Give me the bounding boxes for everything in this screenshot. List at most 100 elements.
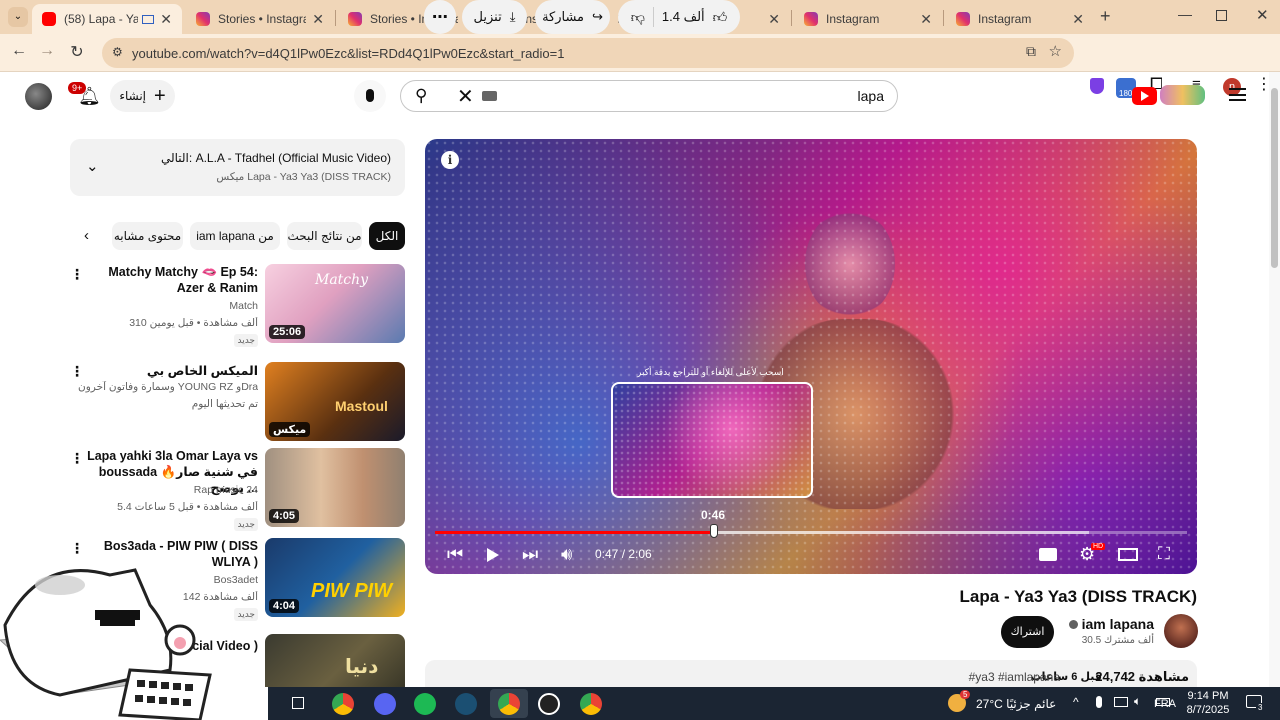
hamburger-menu-icon[interactable] [1229, 88, 1246, 101]
video-thumbnail[interactable]: Matchy 25:06 [265, 264, 405, 343]
channel-name[interactable]: iam lapana [1068, 616, 1154, 632]
share-button[interactable]: مشاركة ↪ [535, 0, 610, 34]
close-window-button[interactable]: ✕ [1256, 6, 1269, 24]
volume-icon[interactable]: 🔈︎ [1134, 694, 1141, 709]
spotify-icon[interactable] [414, 693, 436, 715]
clear-search-icon[interactable]: ✕ [457, 84, 474, 109]
chrome-profile-icon[interactable] [580, 693, 602, 715]
hashtags[interactable]: #ya3 #iamlapana [969, 670, 1060, 684]
channel-avatar[interactable] [1164, 614, 1198, 648]
tab-youtube[interactable]: (58) Lapa - Ya3 Ya ✕ [32, 4, 182, 34]
obs-icon[interactable] [538, 693, 560, 715]
share-label: مشاركة [542, 9, 585, 24]
chevron-down-icon[interactable]: ⌄ [86, 157, 99, 175]
keyboard-icon[interactable] [482, 91, 497, 101]
like-count[interactable]: 1.4 ألف [662, 9, 705, 25]
tab-search-button[interactable]: ⌄ [8, 7, 28, 27]
clock-time: 9:14 PM [1187, 690, 1229, 702]
clock[interactable]: 9:14 PM 8/7/2025 [1183, 689, 1233, 717]
info-icon[interactable]: i [441, 151, 459, 169]
video-channel: وسمارة وفاتون آخرون YOUNG RZ وDraganov [78, 381, 258, 393]
more-actions-button[interactable]: ⋯ [424, 0, 456, 34]
volume-button[interactable]: 🔊︎ [561, 544, 572, 565]
tab-instagram-5[interactable]: Instagram ✕ [794, 4, 942, 34]
shield-extension-icon[interactable] [1090, 78, 1104, 94]
bookmark-star-icon[interactable]: ☆ [1049, 42, 1062, 60]
close-icon[interactable]: ✕ [1072, 11, 1084, 28]
close-icon[interactable]: ✕ [768, 11, 780, 28]
voice-search-button[interactable] [354, 80, 386, 112]
chip-from-channel[interactable]: iam lapana من [190, 222, 280, 250]
create-button[interactable]: إنشاء + [110, 80, 175, 112]
chrome-icon[interactable] [332, 693, 354, 715]
list-item[interactable]: ⋮ Mastoul ميكس الميكس الخاص بي وسمارة وف… [70, 357, 405, 441]
chip-related[interactable]: محتوى مشابه [112, 222, 183, 250]
address-bar[interactable]: ⚙ youtube.com/watch?v=d4Q1lPw0Ezc&list=R… [102, 38, 1074, 68]
forward-button[interactable]: → [36, 42, 58, 60]
install-app-icon[interactable]: ⧉ [1026, 43, 1036, 60]
tray-chevron-icon[interactable]: ^ [1073, 695, 1079, 709]
channel-name-text: iam lapana [1081, 616, 1154, 632]
minimize-button[interactable]: — [1178, 6, 1192, 22]
share-icon: ↪ [592, 9, 603, 24]
download-button[interactable]: تنزيل ⤓ [462, 0, 527, 34]
video-thumbnail[interactable]: Mastoul ميكس [265, 362, 405, 441]
chrome-active-icon[interactable] [490, 689, 528, 718]
close-icon[interactable]: ✕ [920, 11, 932, 28]
cat-sticker-overlay [0, 568, 212, 720]
steam-icon[interactable] [455, 693, 477, 715]
description-box[interactable]: 24,742 مشاهدة قبل 6 ساعات #ya3 #iamlapan… [425, 660, 1197, 687]
theater-mode-button[interactable] [1118, 548, 1138, 561]
chips-scroll-left[interactable]: ‹ [84, 227, 89, 244]
youtube-logo[interactable] [1132, 87, 1157, 105]
maximize-button[interactable] [1216, 10, 1227, 21]
next-button[interactable]: ⏭︎ [522, 544, 538, 565]
new-badge: جديد [234, 334, 258, 347]
search-button[interactable]: ⚲ [415, 86, 427, 106]
dislike-button[interactable]: 👎︎ [631, 9, 645, 26]
chip-from-search[interactable]: من نتائج البحث [287, 222, 362, 250]
subtitles-button[interactable] [1039, 548, 1057, 561]
up-next-title: التالي: A.L.A - Tfadhel (Official Music … [160, 151, 391, 165]
microphone-icon [366, 89, 374, 102]
tab-instagram-1[interactable]: Stories • Instagram ✕ [186, 4, 334, 34]
close-icon[interactable]: ✕ [312, 11, 324, 28]
download-label: تنزيل [473, 9, 502, 24]
like-button[interactable]: 👍︎ [713, 9, 728, 26]
up-next-panel[interactable]: ⌄ التالي: A.L.A - Tfadhel (Official Musi… [70, 139, 405, 196]
video-thumbnail[interactable]: دنيا [265, 634, 405, 687]
video-meta: 310 ألف مشاهدة • قبل يومين [129, 317, 258, 329]
video-player[interactable]: i اسحب لأعلى للإلغاء أو للتراجع بدقة أكب… [425, 139, 1197, 574]
discord-icon[interactable] [374, 693, 396, 715]
video-meta: 5.4 ألف مشاهدة • قبل 5 ساعات [117, 501, 258, 513]
played-bar [435, 531, 716, 534]
page-scrollbar[interactable] [1269, 72, 1280, 687]
back-button[interactable]: ← [8, 42, 30, 60]
user-avatar[interactable] [25, 83, 52, 110]
video-title: Lapa - Ya3 Ya3 (DISS TRACK) [959, 587, 1197, 606]
video-thumbnail[interactable]: PIW PIW 4:04 [265, 538, 405, 617]
list-item[interactable]: ⋮ Matchy 25:06 Matchy Matchy 🫦 Ep 54: Az… [70, 264, 405, 347]
previous-button[interactable]: ⏮︎ [447, 544, 463, 565]
seek-preview-time: 0:46 [701, 508, 726, 522]
network-icon[interactable] [1114, 697, 1128, 707]
new-tab-button[interactable]: + [1100, 6, 1111, 27]
video-thumbnail[interactable]: 4:05 [265, 448, 405, 527]
microphone-tray-icon[interactable] [1096, 696, 1102, 708]
fullscreen-button[interactable]: ⛶ [1158, 544, 1170, 564]
tab-instagram-6[interactable]: Instagram ✕ [946, 4, 1094, 34]
close-icon[interactable]: ✕ [160, 11, 172, 28]
notifications-button[interactable]: 🔔︎ 9+ [68, 82, 101, 108]
verified-icon [1068, 619, 1078, 629]
subscribe-button[interactable]: اشتراك [1001, 616, 1054, 648]
task-view-icon[interactable] [292, 697, 304, 709]
weather-text[interactable]: 27°C عائم جزئيًا [976, 697, 1056, 711]
progress-bar[interactable] [435, 531, 1187, 534]
language-label[interactable]: FRA [1154, 698, 1176, 710]
list-item[interactable]: ⋮ 4:05 Lapa yahki 3la Omar Laya vs bouss… [70, 448, 405, 531]
site-info-icon[interactable]: ⚙ [112, 45, 123, 59]
chip-all[interactable]: الكل [369, 222, 405, 250]
search-input[interactable]: lapa [858, 88, 884, 104]
play-button[interactable] [487, 548, 499, 562]
reload-button[interactable]: ↻ [66, 42, 88, 62]
